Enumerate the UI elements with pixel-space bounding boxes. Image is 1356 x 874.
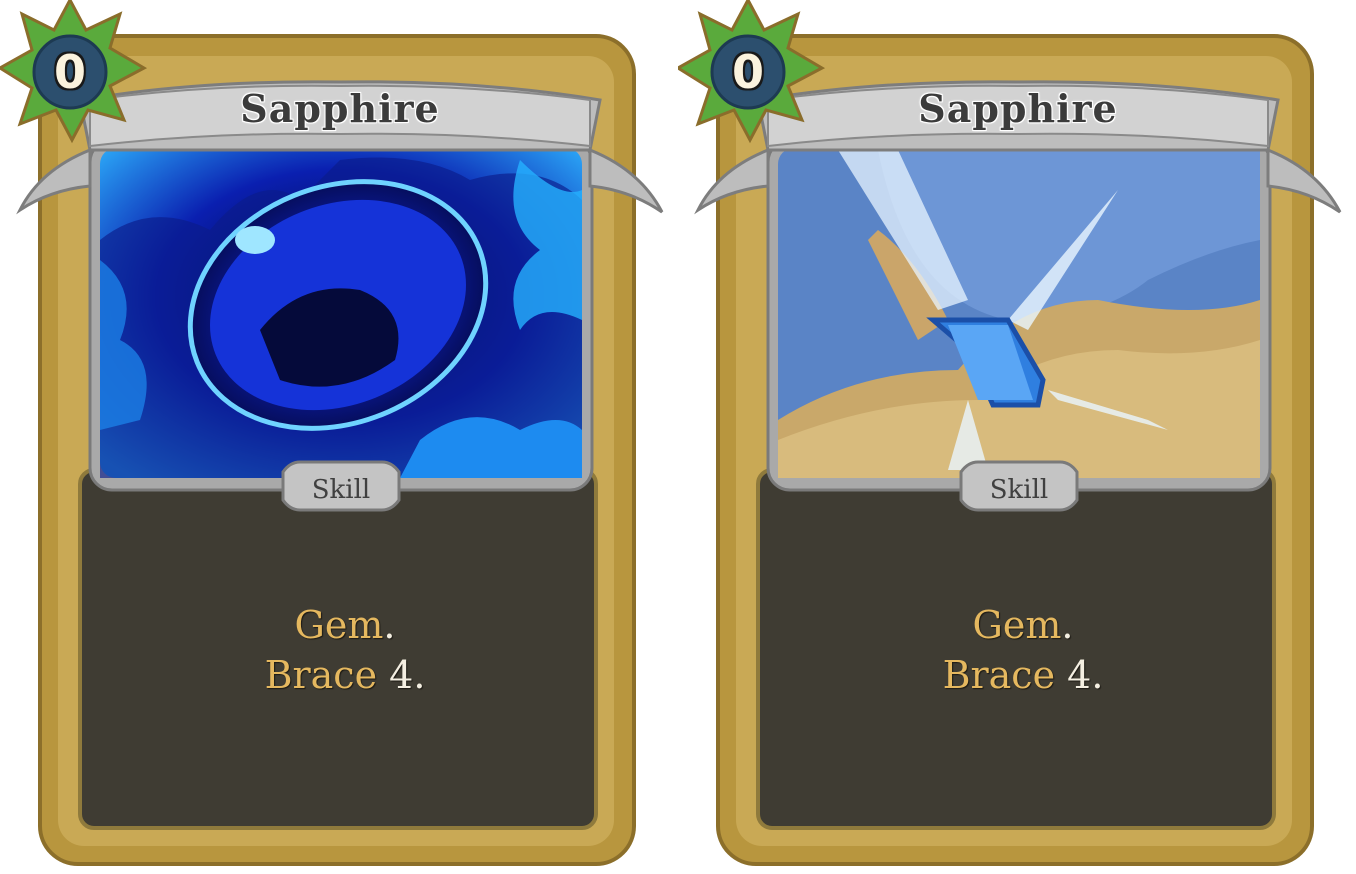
cost-value: 0 (53, 45, 86, 99)
desc-line-2: Brace 4. (120, 650, 570, 700)
cost-value: 0 (731, 45, 764, 99)
keyword-brace: Brace (264, 653, 378, 697)
card-description: Gem. Brace 4. (798, 600, 1248, 700)
card-sapphire-2[interactable]: 0 Sapphire Skill Gem. Brace 4. (678, 0, 1356, 874)
desc-line-1: Gem. (120, 600, 570, 650)
keyword-gem: Gem (972, 603, 1062, 647)
card-description: Gem. Brace 4. (120, 600, 570, 700)
desc-line-2-rest: 4. (377, 653, 426, 697)
keyword-gem: Gem (294, 603, 384, 647)
card-title: Sapphire (918, 86, 1118, 131)
desc-line-1: Gem. (798, 600, 1248, 650)
card-title: Sapphire (240, 86, 440, 131)
desc-line-2: Brace 4. (798, 650, 1248, 700)
card-type-label: Skill (989, 475, 1049, 505)
desc-line-1-rest: . (1061, 603, 1074, 647)
card-sapphire-1[interactable]: 0 Sapphire Skill Gem. Brace 4. (0, 0, 680, 874)
card-type-label: Skill (311, 475, 371, 505)
keyword-brace: Brace (942, 653, 1056, 697)
desc-line-2-rest: 4. (1055, 653, 1104, 697)
desc-line-1-rest: . (383, 603, 396, 647)
